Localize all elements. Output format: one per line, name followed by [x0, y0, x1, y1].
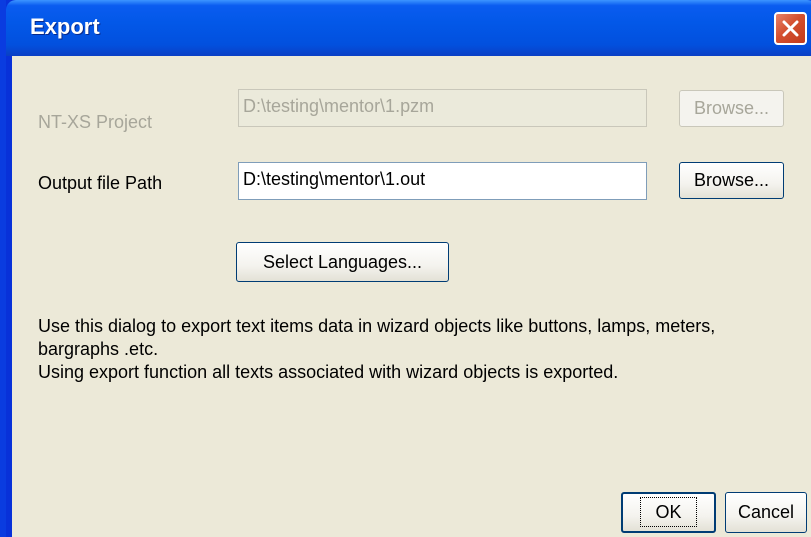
- cancel-button[interactable]: Cancel: [725, 492, 807, 533]
- project-browse-button: Browse...: [679, 90, 784, 127]
- output-label: Output file Path: [38, 173, 163, 193]
- project-label: NT-XS Project: [38, 112, 153, 132]
- close-icon: [782, 20, 799, 37]
- ok-button[interactable]: OK: [621, 492, 716, 533]
- export-dialog: Export NT-XS Project D:\testing\mentor\1…: [0, 0, 811, 537]
- ok-button-label: OK: [640, 497, 697, 527]
- description-text: Use this dialog to export text items dat…: [38, 315, 788, 384]
- title-bar[interactable]: Export: [6, 0, 811, 56]
- output-path-field[interactable]: D:\testing\mentor\1.out: [238, 162, 647, 200]
- description-line-1: Use this dialog to export text items dat…: [38, 316, 716, 359]
- dialog-body: NT-XS Project D:\testing\mentor\1.pzm Br…: [12, 56, 811, 537]
- window-title: Export: [30, 14, 100, 39]
- select-languages-button[interactable]: Select Languages...: [236, 242, 449, 282]
- project-path-field: D:\testing\mentor\1.pzm: [238, 89, 647, 127]
- close-button[interactable]: [774, 12, 807, 45]
- description-line-2: Using export function all texts associat…: [38, 362, 619, 382]
- output-browse-button[interactable]: Browse...: [679, 162, 784, 199]
